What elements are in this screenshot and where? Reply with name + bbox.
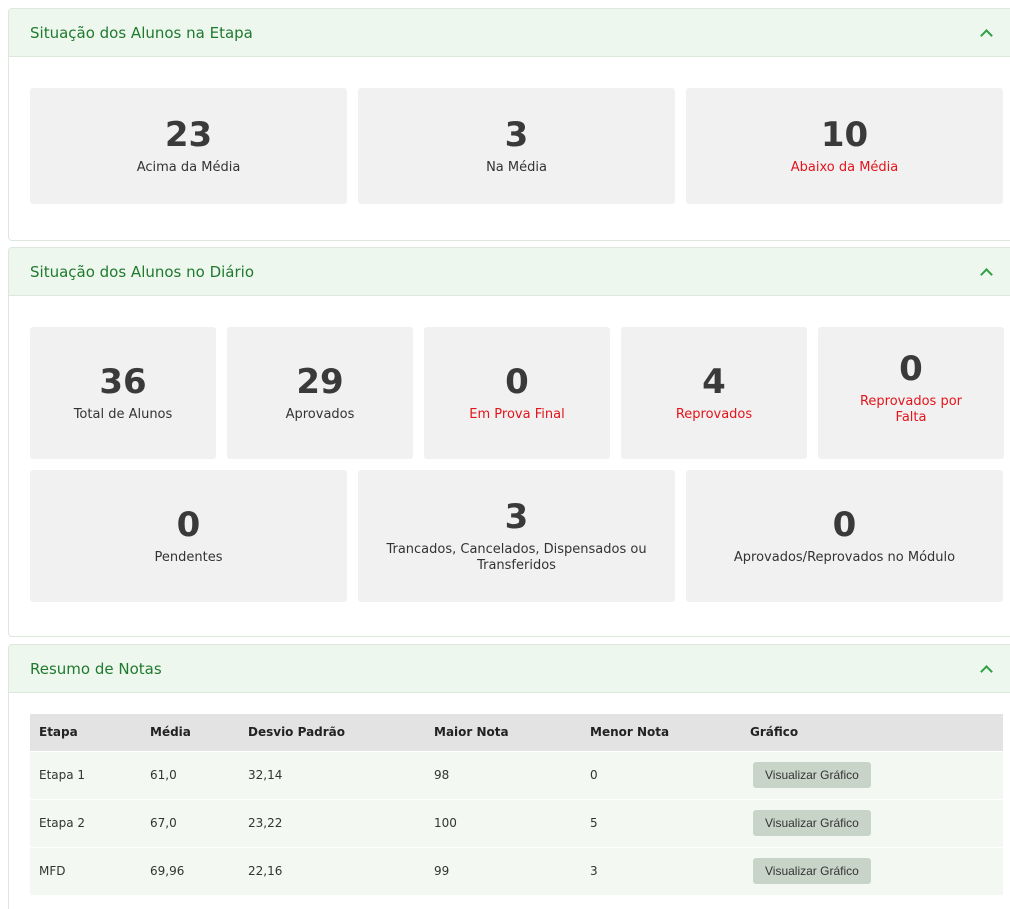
stat-value: 0 [832,504,857,545]
table-row: Etapa 1 61,0 32,14 98 0 Visualizar Gráfi… [30,750,1003,799]
cell-menor: 5 [581,798,741,847]
col-grafico: Gráfico [741,714,1003,751]
cell-media: 67,0 [141,798,239,847]
table-header-row: Etapa Média Desvio Padrão Maior Nota Men… [30,714,1003,751]
stat-value: 3 [504,114,529,155]
stat-card-reprovados-falta: 0 Reprovados por Falta [818,327,1004,459]
stat-card-na-media: 3 Na Média [358,88,675,204]
etapa-panel: Situação dos Alunos na Etapa 23 Acima da… [8,8,1010,241]
resumo-panel: Resumo de Notas Etapa Média Desvio Padrã… [8,644,1010,909]
cell-media: 69,96 [141,846,239,895]
stat-value: 36 [99,361,147,402]
diario-panel: Situação dos Alunos no Diário 36 Total d… [8,247,1010,637]
cell-desvio: 23,22 [239,798,425,847]
stat-card-modulo: 0 Aprovados/Reprovados no Módulo [686,470,1003,602]
cell-etapa: MFD [30,846,141,895]
stat-card-total: 36 Total de Alunos [30,327,216,459]
cell-desvio: 22,16 [239,846,425,895]
resumo-table: Etapa Média Desvio Padrão Maior Nota Men… [30,714,1003,895]
stat-label: Aprovados/Reprovados no Módulo [733,549,956,565]
visualizar-grafico-button[interactable]: Visualizar Gráfico [753,762,871,788]
col-media: Média [141,714,239,751]
stat-value: 23 [164,114,213,155]
cell-etapa: Etapa 1 [30,750,141,799]
stat-label: Reprovados [675,406,753,422]
cell-maior: 99 [425,846,581,895]
cell-grafico: Visualizar Gráfico [741,846,1003,895]
stat-card-pendentes: 0 Pendentes [30,470,347,602]
stat-label: Abaixo da Média [790,159,899,175]
stat-value: 3 [504,496,529,537]
panel-title: Situação dos Alunos na Etapa [30,23,253,42]
cell-menor: 0 [581,750,741,799]
cell-desvio: 32,14 [239,750,425,799]
panel-title: Resumo de Notas [30,659,162,678]
stat-value: 4 [702,361,726,402]
stat-label: Na Média [486,159,547,175]
diario-panel-header[interactable]: Situação dos Alunos no Diário [9,248,1010,296]
col-menor: Menor Nota [581,714,741,751]
etapa-panel-header[interactable]: Situação dos Alunos na Etapa [9,9,1010,57]
panel-title: Situação dos Alunos no Diário [30,262,255,281]
table-row: Etapa 2 67,0 23,22 100 5 Visualizar Gráf… [30,798,1003,847]
stat-card-reprovados: 4 Reprovados [621,327,807,459]
stat-value: 0 [505,361,529,402]
stat-label: Pendentes [154,549,223,565]
col-etapa: Etapa [30,714,141,751]
stat-label: Acima da Média [136,159,241,175]
stat-card-acima: 23 Acima da Média [30,88,347,204]
stat-card-trancados: 3 Trancados, Cancelados, Dispensados ou … [358,470,675,602]
stat-value: 0 [176,504,201,545]
cell-grafico: Visualizar Gráfico [741,750,1003,799]
chevron-up-icon[interactable] [980,268,993,281]
resumo-panel-header[interactable]: Resumo de Notas [9,645,1010,693]
stat-label: Em Prova Final [469,406,565,422]
visualizar-grafico-button[interactable]: Visualizar Gráfico [753,810,871,836]
stat-label: Trancados, Cancelados, Dispensados ou Tr… [386,542,647,573]
chevron-up-icon[interactable] [980,665,993,678]
stat-card-abaixo: 10 Abaixo da Média [686,88,1003,204]
col-desvio: Desvio Padrão [239,714,425,751]
cell-grafico: Visualizar Gráfico [741,798,1003,847]
stat-card-aprovados: 29 Aprovados [227,327,413,459]
stat-card-prova-final: 0 Em Prova Final [424,327,610,459]
visualizar-grafico-button[interactable]: Visualizar Gráfico [753,858,871,885]
cell-maior: 98 [425,750,581,799]
stat-value: 10 [820,114,869,155]
cell-media: 61,0 [141,750,239,799]
stat-label: Aprovados [285,406,355,422]
table-row: MFD 69,96 22,16 99 3 Visualizar Gráfico [30,846,1003,895]
col-maior: Maior Nota [425,714,581,751]
chevron-up-icon[interactable] [980,29,993,42]
stat-label: Reprovados por Falta [859,394,963,425]
cell-menor: 3 [581,846,741,895]
stat-label: Total de Alunos [73,406,173,422]
stat-value: 0 [899,349,923,389]
cell-etapa: Etapa 2 [30,798,141,847]
stat-value: 29 [296,361,344,402]
cell-maior: 100 [425,798,581,847]
